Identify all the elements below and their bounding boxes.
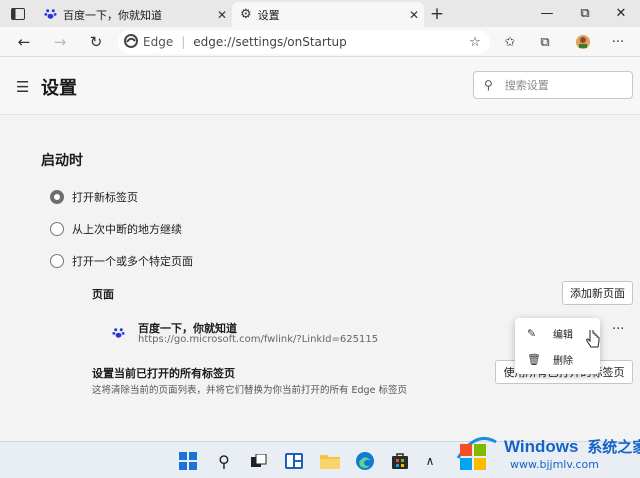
forward-arrow-icon[interactable]: →	[46, 27, 74, 57]
search-taskbar-icon[interactable]: ⚲	[212, 449, 236, 473]
radio-label: 打开新标签页	[72, 191, 138, 204]
tab-title: 百度一下，你就知道	[63, 8, 162, 22]
close-window-button[interactable]: ✕	[602, 0, 640, 27]
radio-button[interactable]	[50, 254, 64, 268]
radio-specific-pages[interactable]: 打开一个或多个特定页面	[50, 253, 193, 269]
address-separator: |	[181, 35, 186, 49]
baidu-paw-icon	[44, 7, 57, 23]
windows-start-icon[interactable]	[176, 449, 200, 473]
pages-label: 页面	[92, 288, 114, 301]
tab-title: 设置	[257, 8, 280, 22]
minimize-button[interactable]: —	[528, 0, 566, 27]
widgets-icon[interactable]	[282, 449, 306, 473]
edge-logo-icon	[124, 33, 138, 51]
radio-label: 打开一个或多个特定页面	[72, 255, 193, 268]
radio-button-selected[interactable]	[50, 190, 64, 204]
radio-label: 从上次中断的地方继续	[72, 223, 182, 236]
pencil-icon: ✎	[527, 326, 537, 340]
task-view-icon[interactable]	[247, 449, 271, 473]
use-open-tabs-description: 这将清除当前的页面列表，并将它们替换为你当前打开的所有 Edge 标签页	[92, 385, 407, 396]
use-open-tabs-title: 设置当前已打开的所有标签页	[92, 367, 235, 380]
page-entry-url: https://go.microsoft.com/fwlink/?LinkId=…	[138, 334, 379, 345]
radio-button[interactable]	[50, 222, 64, 236]
tab-actions-icon[interactable]	[6, 4, 30, 24]
address-bar[interactable]: Edge | edge://settings/onStartup	[118, 30, 490, 54]
radio-continue[interactable]: 从上次中断的地方继续	[50, 221, 182, 237]
browser-brand: Edge	[143, 35, 174, 49]
collections-icon[interactable]: ⧉	[532, 27, 558, 57]
watermark-logo-icon	[452, 424, 500, 478]
tab-close-icon[interactable]: ✕	[212, 8, 232, 22]
gear-icon: ⚙	[240, 7, 252, 22]
edge-taskbar-icon[interactable]	[353, 449, 377, 473]
more-menu-icon[interactable]: ···	[605, 27, 631, 57]
restore-button[interactable]: ⧉	[566, 0, 604, 27]
watermark-site: www.bjjmlv.com	[510, 458, 599, 471]
add-favorite-icon[interactable]: ☆	[462, 27, 488, 57]
url-text: edge://settings/onStartup	[193, 35, 347, 49]
baidu-favicon-icon	[112, 324, 125, 343]
search-placeholder: 搜索设置	[504, 79, 549, 92]
profile-avatar-icon[interactable]	[570, 27, 596, 57]
hand-cursor-icon	[585, 328, 601, 354]
trash-icon: 🗑	[527, 352, 541, 366]
back-arrow-icon[interactable]: ←	[10, 27, 38, 57]
radio-open-new-tab[interactable]: 打开新标签页	[50, 189, 138, 205]
tab-baidu[interactable]: 百度一下，你就知道 ✕	[36, 2, 232, 27]
watermark-suffix: 系统之家	[587, 439, 640, 456]
store-icon[interactable]	[388, 449, 412, 473]
menu-item-label: 编辑	[553, 329, 573, 341]
tab-close-icon[interactable]: ✕	[404, 8, 424, 22]
tab-settings[interactable]: ⚙ 设置 ✕	[232, 2, 424, 27]
chevron-up-icon[interactable]: ∧	[418, 449, 442, 473]
watermark: Windows 系统之家 www.bjjmlv.com	[452, 424, 640, 478]
page-more-icon[interactable]: ···	[612, 322, 624, 337]
menu-item-label: 删除	[553, 355, 573, 367]
menu-hamburger-icon[interactable]: ☰	[16, 78, 29, 96]
add-new-page-button[interactable]: 添加新页面	[562, 281, 633, 305]
new-tab-button[interactable]: +	[426, 2, 448, 26]
toolbar: ← → ↻ Edge | edge://settings/onStartup ☆…	[0, 27, 640, 57]
favorites-icon[interactable]: ✩	[497, 27, 523, 57]
watermark-brand: Windows	[504, 437, 579, 456]
page-title: 设置	[41, 78, 77, 99]
search-icon: ⚲	[484, 78, 493, 92]
search-input[interactable]: ⚲ 搜索设置	[473, 71, 633, 99]
settings-header: ☰ 设置 ⚲ 搜索设置	[0, 57, 640, 115]
refresh-icon[interactable]: ↻	[82, 27, 110, 57]
tab-strip: 百度一下，你就知道 ✕ ⚙ 设置 ✕ + — ⧉ ✕	[0, 0, 640, 27]
section-heading: 启动时	[41, 153, 83, 169]
file-explorer-icon[interactable]	[318, 449, 342, 473]
